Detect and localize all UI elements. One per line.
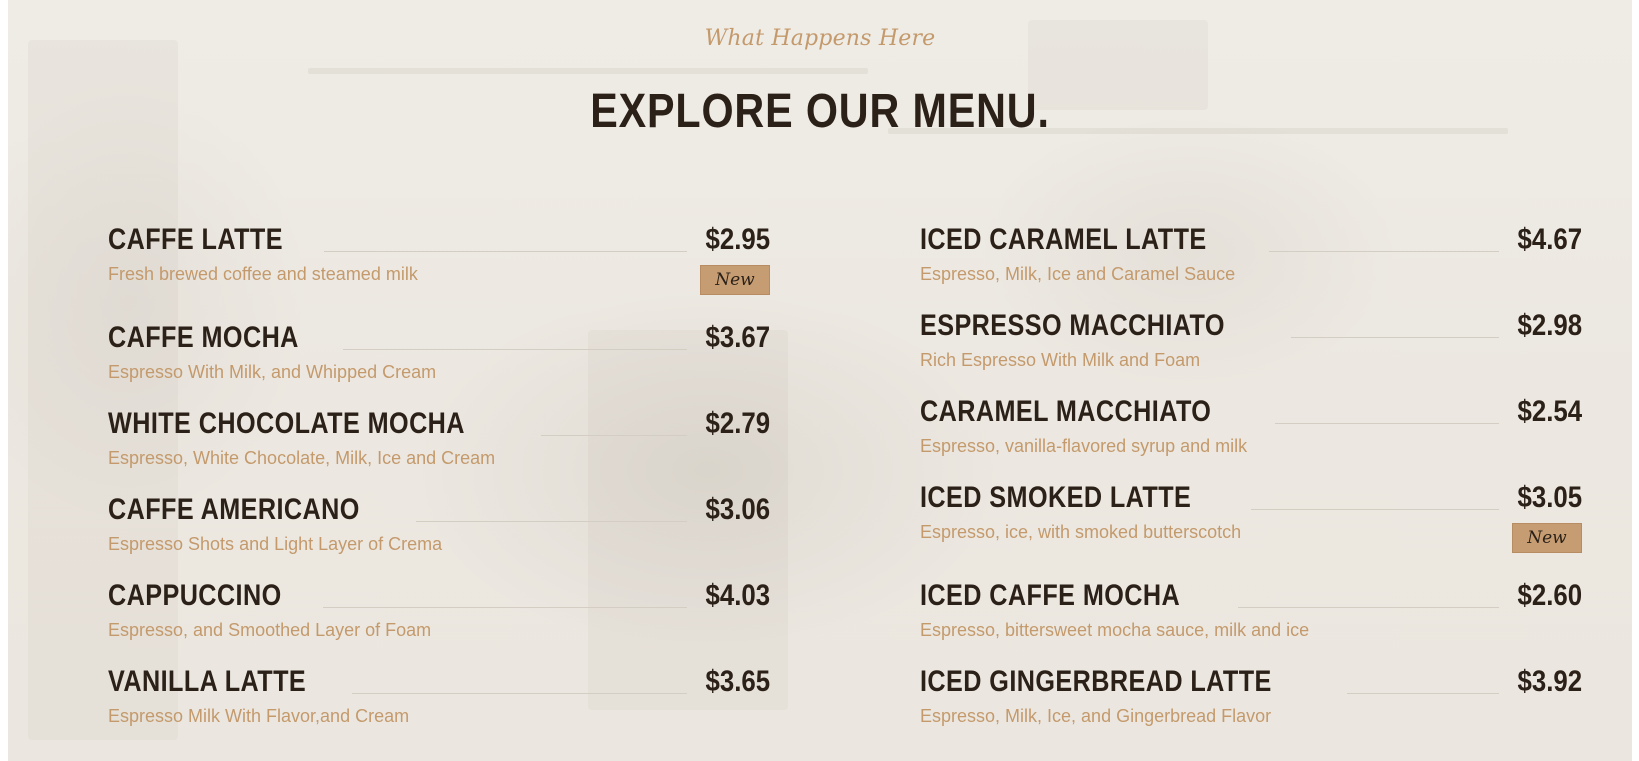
- menu-item: ICED CAFFE MOCHA $2.60 Espresso, bitters…: [920, 578, 1582, 640]
- leader-line: [540, 434, 687, 436]
- section-title: EXPLORE OUR MENU.: [590, 85, 1050, 138]
- item-description: Espresso, Milk, Ice, and Gingerbread Fla…: [920, 706, 1272, 726]
- leader-line: [1346, 692, 1499, 694]
- item-description: Espresso, White Chocolate, Milk, Ice and…: [108, 448, 496, 468]
- item-name: CAFFE LATTE: [108, 223, 283, 256]
- leader-line: [415, 520, 687, 522]
- item-price: $3.92: [1517, 665, 1582, 698]
- menu-item: ICED GINGERBREAD LATTE $3.92 Espresso, M…: [920, 664, 1582, 726]
- menu-item: ESPRESSO MACCHIATO $2.98 Rich Espresso W…: [920, 308, 1582, 370]
- menu-item: WHITE CHOCOLATE MOCHA $2.79 Espresso, Wh…: [108, 406, 770, 468]
- leader-line: [322, 606, 687, 608]
- leader-line: [1269, 250, 1499, 252]
- menu-item: CAFFE LATTE $2.95 Fresh brewed coffee an…: [108, 222, 770, 295]
- item-description: Espresso, Milk, Ice and Caramel Sauce: [920, 264, 1236, 284]
- item-description: Rich Espresso With Milk and Foam: [920, 350, 1201, 370]
- item-description: Espresso, and Smoothed Layer of Foam: [108, 620, 432, 640]
- item-description: Espresso, ice, with smoked butterscotch: [920, 522, 1242, 542]
- menu-section: What Happens Here EXPLORE OUR MENU. CAFF…: [8, 0, 1632, 761]
- menu-item: ICED CARAMEL LATTE $4.67 Espresso, Milk,…: [920, 222, 1582, 284]
- item-description: Espresso Shots and Light Layer of Crema: [108, 534, 443, 554]
- menu-item: VANILLA LATTE $3.65 Espresso Milk With F…: [108, 664, 770, 726]
- item-name: ICED CARAMEL LATTE: [920, 223, 1207, 256]
- item-name: ESPRESSO MACCHIATO: [920, 309, 1225, 342]
- menu-item: CARAMEL MACCHIATO $2.54 Espresso, vanill…: [920, 394, 1582, 456]
- item-price: $3.65: [705, 665, 770, 698]
- leader-line: [1250, 508, 1499, 510]
- item-price: $3.67: [705, 321, 770, 354]
- item-price: $2.98: [1517, 309, 1582, 342]
- item-description: Espresso Milk With Flavor,and Cream: [108, 706, 410, 726]
- item-price: $2.95: [705, 223, 770, 256]
- item-name: ICED SMOKED LATTE: [920, 481, 1192, 514]
- item-description: Espresso, vanilla-flavored syrup and mil…: [920, 436, 1248, 456]
- menu-item: CAPPUCCINO $4.03 Espresso, and Smoothed …: [108, 578, 770, 640]
- item-name: ICED CAFFE MOCHA: [920, 579, 1181, 612]
- item-description: Espresso, bittersweet mocha sauce, milk …: [920, 620, 1310, 640]
- leader-line: [324, 250, 687, 252]
- leader-line: [1237, 606, 1499, 608]
- new-badge: New: [1512, 523, 1582, 553]
- menu-item: CAFFE AMERICANO $3.06 Espresso Shots and…: [108, 492, 770, 554]
- item-name: CAFFE MOCHA: [108, 321, 299, 354]
- item-name: CAPPUCCINO: [108, 579, 282, 612]
- item-price: $2.79: [705, 407, 770, 440]
- item-name: VANILLA LATTE: [108, 665, 307, 698]
- item-description: Espresso With Milk, and Whipped Cream: [108, 362, 437, 382]
- background-shelf: [308, 68, 868, 74]
- item-price: $3.05: [1517, 481, 1582, 514]
- item-price: $4.67: [1517, 223, 1582, 256]
- section-subtitle: What Happens Here: [704, 26, 936, 51]
- item-name: CAFFE AMERICANO: [108, 493, 360, 526]
- item-price: $2.54: [1517, 395, 1582, 428]
- item-price: $4.03: [705, 579, 770, 612]
- leader-line: [1290, 336, 1499, 338]
- new-badge: New: [700, 265, 770, 295]
- item-price: $3.06: [705, 493, 770, 526]
- leader-line: [351, 692, 687, 694]
- item-name: WHITE CHOCOLATE MOCHA: [108, 407, 465, 440]
- leader-line: [1274, 422, 1499, 424]
- item-description: Fresh brewed coffee and steamed milk: [108, 264, 418, 284]
- menu-item: CAFFE MOCHA $3.67 Espresso With Milk, an…: [108, 320, 770, 382]
- item-name: ICED GINGERBREAD LATTE: [920, 665, 1272, 698]
- item-name: CARAMEL MACCHIATO: [920, 395, 1212, 428]
- leader-line: [343, 348, 687, 350]
- menu-item: ICED SMOKED LATTE $3.05 Espresso, ice, w…: [920, 480, 1582, 553]
- item-price: $2.60: [1517, 579, 1582, 612]
